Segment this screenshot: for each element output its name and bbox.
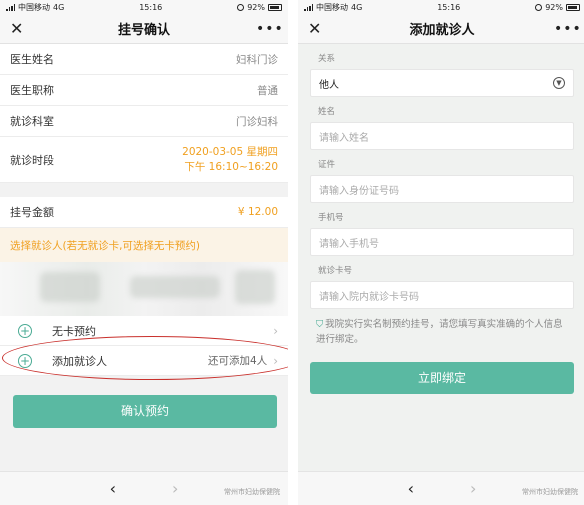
card-number-input[interactable]: 请输入院内就诊卡号码 xyxy=(310,281,574,309)
plus-circle-icon: + xyxy=(18,353,32,368)
chevron-right-icon: › xyxy=(273,323,278,338)
status-bar: 中国移动 4G 15:16 92% xyxy=(0,0,288,14)
location-icon xyxy=(535,3,543,11)
more-icon[interactable]: ••• xyxy=(256,21,283,37)
battery-icon xyxy=(565,3,580,11)
relation-value: 他人 xyxy=(319,79,339,91)
name-label: 姓名 xyxy=(318,107,336,117)
carrier-label: 中国移动 xyxy=(18,2,50,12)
screen-gap xyxy=(288,0,298,505)
doctor-title-label: 医生职称 xyxy=(10,84,54,97)
signal-icon xyxy=(6,3,15,11)
more-icon[interactable]: ••• xyxy=(554,21,581,37)
real-name-notice: ⛉ 我院实行实名制预约挂号，请您填写真实准确的个人信息进行绑定。 xyxy=(310,309,574,347)
hospital-brand: 常州市妇幼保健院 xyxy=(522,488,578,496)
battery-percent: 92% xyxy=(247,2,265,12)
browser-bottom-bar: ‹ › 常州市妇幼保健院 xyxy=(298,471,584,505)
section-divider xyxy=(0,183,288,197)
time-slot-value: 2020-03-05 星期四 下午 16:10~16:20 xyxy=(182,145,278,175)
time-slot-date: 2020-03-05 星期四 xyxy=(182,145,278,158)
relation-select[interactable]: 他人 ▼ xyxy=(310,69,574,97)
add-patient-option[interactable]: + 添加就诊人 还可添加4人 › xyxy=(0,346,288,376)
add-patient-screen: 中国移动 4G 15:16 92% ✕ 添加就诊人 ••• 关系 他人 ▼ 姓名… xyxy=(298,0,584,505)
network-label: 4G xyxy=(351,2,363,12)
amount-row: 挂号金额 ¥ 12.00 xyxy=(0,197,288,228)
signal-icon xyxy=(304,3,313,11)
carrier-label: 中国移动 xyxy=(316,2,348,12)
close-icon[interactable]: ✕ xyxy=(10,19,32,38)
amount-label: 挂号金额 xyxy=(10,206,54,219)
browser-bottom-bar: ‹ › 常州市妇幼保健院 xyxy=(0,471,288,505)
confirm-appointment-button[interactable]: 确认预约 xyxy=(13,395,277,428)
network-label: 4G xyxy=(53,2,65,12)
phone-label: 手机号 xyxy=(318,213,344,223)
status-bar: 中国移动 4G 15:16 92% xyxy=(298,0,584,14)
no-card-label: 无卡预约 xyxy=(52,324,96,338)
notice-text: 我院实行实名制预约挂号，请您填写真实准确的个人信息进行绑定。 xyxy=(316,319,563,345)
doctor-title-row: 医生职称 普通 xyxy=(0,75,288,106)
forward-arrow-icon[interactable]: › xyxy=(172,479,178,498)
battery-percent: 92% xyxy=(545,2,563,12)
shield-icon: ⛉ xyxy=(316,319,324,330)
nav-bar: ✕ 添加就诊人 ••• xyxy=(298,14,584,44)
relation-label: 关系 xyxy=(318,54,336,64)
time-slot-row: 就诊时段 2020-03-05 星期四 下午 16:10~16:20 xyxy=(0,137,288,183)
select-patient-tip: 选择就诊人(若无就诊卡,可选择无卡预约) xyxy=(0,228,288,262)
add-patient-hint: 还可添加4人 xyxy=(208,355,268,367)
plus-circle-icon: + xyxy=(18,323,32,338)
nav-bar: ✕ 挂号确认 ••• xyxy=(0,14,288,44)
add-patient-form: 关系 他人 ▼ 姓名 请输入姓名 证件 请输入身份证号码 手机号 请输入手机号 … xyxy=(298,44,584,347)
dropdown-circle-icon: ▼ xyxy=(553,77,565,89)
doctor-title-value: 普通 xyxy=(257,84,278,97)
blurred-patient-card xyxy=(0,262,288,316)
add-patient-label: 添加就诊人 xyxy=(52,354,107,368)
confirm-appointment-screen: 中国移动 4G 15:16 92% ✕ 挂号确认 ••• 医生姓名 妇科门诊 医… xyxy=(0,0,288,505)
department-row: 就诊科室 门诊妇科 xyxy=(0,106,288,137)
forward-arrow-icon[interactable]: › xyxy=(470,479,476,498)
close-icon[interactable]: ✕ xyxy=(308,19,330,38)
id-label: 证件 xyxy=(318,160,336,170)
battery-icon xyxy=(267,3,282,11)
card-number-label: 就诊卡号 xyxy=(318,266,353,276)
doctor-name-value: 妇科门诊 xyxy=(236,53,278,66)
clock: 15:16 xyxy=(139,2,163,12)
time-slot-period: 下午 16:10~16:20 xyxy=(184,160,278,173)
department-value: 门诊妇科 xyxy=(236,115,278,128)
page-title: 挂号确认 xyxy=(117,23,170,38)
bind-now-button[interactable]: 立即绑定 xyxy=(310,362,574,394)
page-title: 添加就诊人 xyxy=(409,23,475,38)
clock: 15:16 xyxy=(437,2,461,12)
department-label: 就诊科室 xyxy=(10,115,54,128)
location-icon xyxy=(237,3,245,11)
back-arrow-icon[interactable]: ‹ xyxy=(408,479,414,498)
doctor-name-row: 医生姓名 妇科门诊 xyxy=(0,44,288,75)
name-input[interactable]: 请输入姓名 xyxy=(310,122,574,150)
doctor-name-label: 医生姓名 xyxy=(10,53,54,66)
no-card-appointment-option[interactable]: + 无卡预约 › xyxy=(0,316,288,346)
chevron-right-icon: › xyxy=(273,353,278,368)
amount-value: ¥ 12.00 xyxy=(237,206,278,218)
id-number-input[interactable]: 请输入身份证号码 xyxy=(310,175,574,203)
time-slot-label: 就诊时段 xyxy=(10,153,54,167)
back-arrow-icon[interactable]: ‹ xyxy=(110,479,116,498)
phone-input[interactable]: 请输入手机号 xyxy=(310,228,574,256)
hospital-brand: 常州市妇幼保健院 xyxy=(224,488,280,496)
